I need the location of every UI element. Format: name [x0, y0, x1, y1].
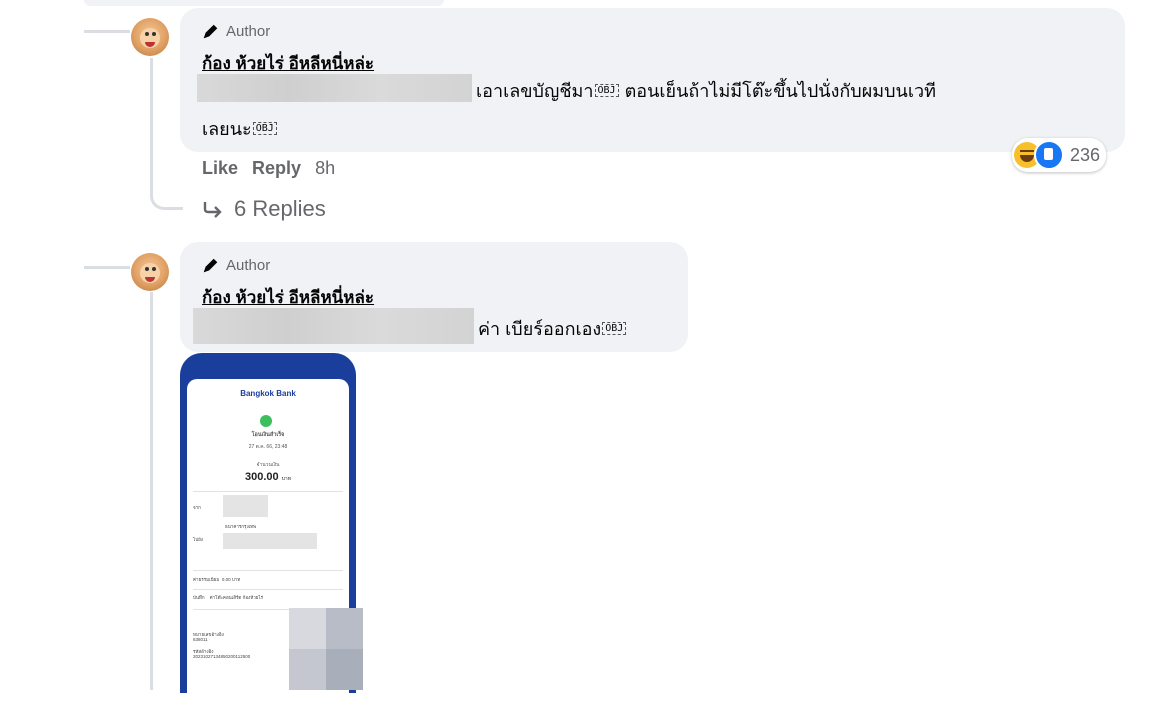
- pen-icon: [203, 24, 218, 39]
- avatar-eye: [145, 32, 149, 36]
- avatar-eye: [152, 32, 156, 36]
- thread-connector: [84, 0, 130, 33]
- comment-text-line2: เลยนะ OBJ: [202, 114, 278, 143]
- slip-ref-value: 638011: [193, 637, 208, 642]
- comment-text-part: ค่า เบียร์ออกเอง: [478, 319, 602, 339]
- slip-memo: บันทึก ค่าโต๊ะคอนเสิร์ต ก้องห้วยไร่: [193, 594, 263, 601]
- slip-txn-value: 20231027134850200112500: [193, 654, 251, 659]
- obj-placeholder-icon: OBJ: [602, 322, 627, 335]
- commenter-name[interactable]: ก้อง ห้วยไร่ อีหลีหนี่หล่ะ: [202, 284, 374, 311]
- author-badge-label: Author: [226, 22, 271, 40]
- slip-fee-label: ค่าธรรมเนียม: [193, 577, 220, 582]
- slip-divider: [193, 491, 343, 492]
- thread-connector: [150, 185, 183, 210]
- success-check-icon: [260, 415, 272, 427]
- author-avatar[interactable]: [131, 253, 169, 291]
- obj-placeholder-icon: OBJ: [252, 122, 277, 135]
- slip-from-label: จาก: [193, 505, 201, 510]
- pen-icon: [203, 258, 218, 273]
- redacted-text: [193, 308, 474, 344]
- thread-line: [150, 292, 153, 690]
- comment-text-part: เอาเลขบัญชีมา: [476, 81, 594, 101]
- slip-redacted-name: [223, 533, 317, 549]
- slip-amount-label: จำนวนเงิน: [256, 462, 280, 468]
- previous-comment-edge: [84, 0, 444, 6]
- reaction-summary[interactable]: 236: [1012, 138, 1107, 172]
- slip-date: 27 ต.ค. 66, 23:48: [248, 444, 288, 450]
- slip-currency: บาท: [281, 476, 291, 482]
- slip-memo-value: ค่าโต๊ะคอนเสิร์ต ก้องห้วยไร่: [209, 595, 264, 600]
- mosaic-tile: [289, 608, 326, 649]
- commenter-name[interactable]: ก้อง ห้วยไร่ อีหลีหนี่หล่ะ: [202, 50, 374, 77]
- reply-arrow-icon: [203, 202, 222, 218]
- slip-redacted-name: [223, 495, 268, 517]
- slip-divider: [193, 589, 343, 590]
- obj-placeholder-icon: OBJ: [594, 84, 619, 97]
- avatar-eye: [145, 267, 149, 271]
- slip-status: โอนเงินสำเร็จ: [251, 432, 285, 438]
- reply-button[interactable]: Reply: [252, 158, 301, 179]
- slip-amount-value: 300.00: [245, 471, 279, 483]
- like-button[interactable]: Like: [202, 158, 238, 179]
- comment-text-line1: เอาเลขบัญชีมา OBJ ตอนเย็นถ้าไม่มีโต๊ะขึ้น…: [476, 76, 936, 105]
- slip-amount: 300.00 บาท: [187, 471, 349, 483]
- slip-divider: [193, 570, 343, 571]
- pixelated-qr-code: [289, 608, 363, 690]
- replies-label: 6 Replies: [234, 196, 326, 221]
- slip-fee-value: 0.00 บาท: [221, 577, 241, 582]
- avatar-eye: [152, 267, 156, 271]
- mosaic-tile: [289, 649, 326, 690]
- slip-from-bank: ธนาคารกรุงเทพ: [225, 524, 257, 529]
- like-reaction-icon: [1034, 140, 1064, 170]
- thread-line: [84, 266, 130, 269]
- view-replies-button[interactable]: 6 Replies: [202, 196, 326, 222]
- comment-actions: Like Reply 8h: [202, 158, 335, 179]
- slip-memo-label: บันทึก: [193, 595, 205, 600]
- comment-timestamp[interactable]: 8h: [315, 158, 335, 179]
- mosaic-tile: [326, 608, 363, 649]
- comment-text-part: ตอนเย็นถ้าไม่มีโต๊ะขึ้นไปนั่งกับผมบนเวที: [619, 81, 936, 101]
- thread-line: [150, 58, 153, 188]
- author-avatar[interactable]: [131, 18, 169, 56]
- comment-text-part: เลยนะ: [202, 119, 252, 139]
- bank-logo: Bangkok Bank: [240, 389, 296, 398]
- reaction-count: 236: [1070, 144, 1101, 165]
- slip-to-label: ไปยัง: [193, 537, 203, 542]
- comment-text: ค่า เบียร์ออกเอง OBJ: [478, 314, 627, 343]
- slip-fee: ค่าธรรมเนียม 0.00 บาท: [193, 576, 240, 583]
- mosaic-tile: [326, 649, 363, 690]
- author-badge: Author: [202, 22, 270, 40]
- redacted-text: [197, 74, 472, 102]
- author-badge: Author: [202, 256, 270, 274]
- author-badge-label: Author: [226, 256, 271, 274]
